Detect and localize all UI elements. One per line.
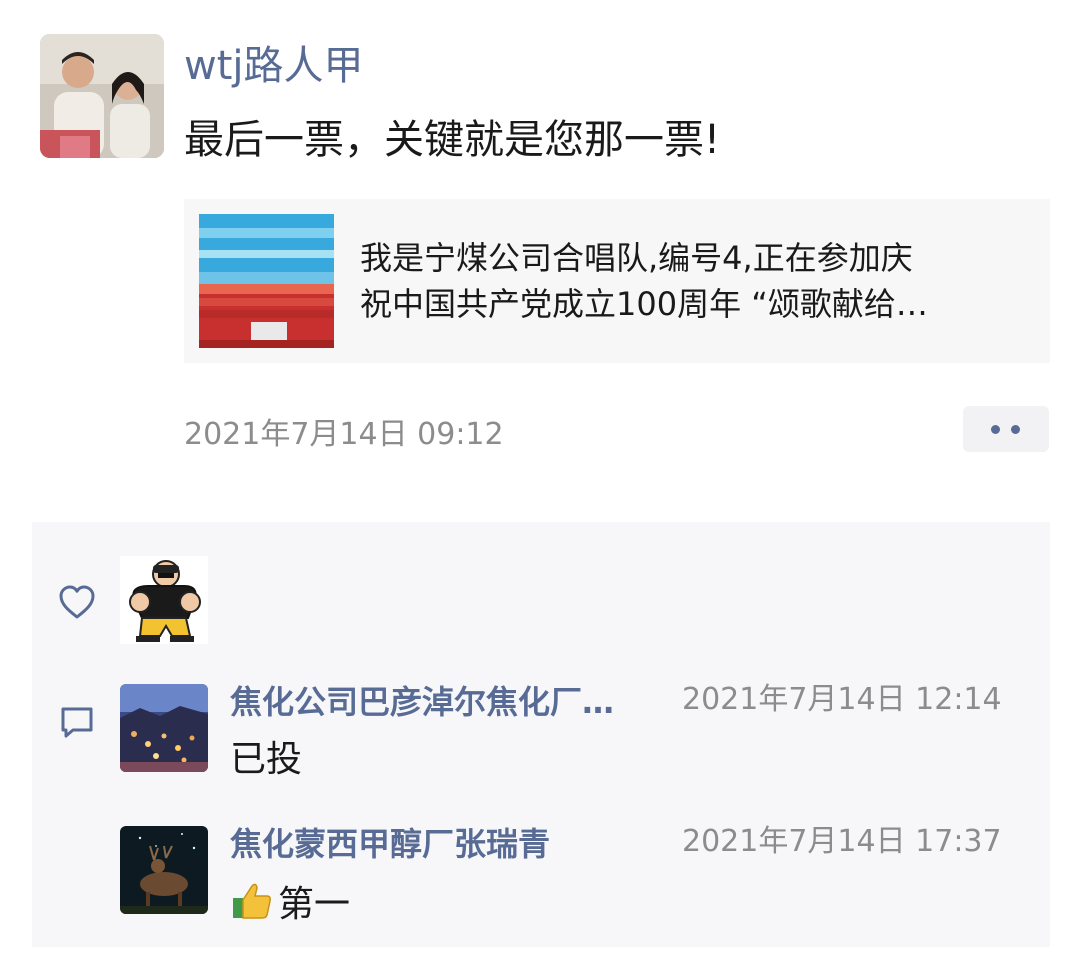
comment-text-row: 第一 <box>230 878 350 931</box>
link-title-line-1: 我是宁煤公司合唱队,编号4,正在参加庆 <box>360 239 913 277</box>
night-town-avatar <box>120 684 208 772</box>
heart-icon <box>59 585 95 619</box>
commenter-avatar[interactable] <box>120 826 208 914</box>
moments-post: wtj路人甲 最后一票，关键就是您那一票! 我是宁煤公司合唱队,编号4,正在参加… <box>0 0 1080 958</box>
post-timestamp: 2021年7月14日 09:12 <box>184 417 504 452</box>
deer-night-avatar <box>120 826 208 914</box>
comment-timestamp: 2021年7月14日 12:14 <box>682 682 1002 717</box>
author-avatar-photo <box>40 34 164 158</box>
link-title-line-2: 祝中国共产党成立100周年 “颂歌献给… <box>360 285 928 323</box>
commenter-name[interactable]: 焦化公司巴彦淖尔焦化厂… <box>230 680 660 724</box>
comment-timestamp: 2021年7月14日 17:37 <box>682 824 1002 859</box>
author-avatar[interactable] <box>40 34 164 158</box>
more-dot-icon <box>991 425 1000 434</box>
comment-icon <box>61 707 93 738</box>
shared-link-card[interactable]: 我是宁煤公司合唱队,编号4,正在参加庆 祝中国共产党成立100周年 “颂歌献给… <box>184 199 1050 363</box>
commenter-name[interactable]: 焦化蒙西甲醇厂张瑞青 <box>230 822 550 866</box>
author-name[interactable]: wtj路人甲 <box>184 38 364 94</box>
stage-choir-image <box>199 214 334 348</box>
post-text: 最后一票，关键就是您那一票! <box>184 117 721 163</box>
cartoon-character-avatar <box>120 556 208 644</box>
more-options-button[interactable] <box>963 406 1049 452</box>
liker-avatar[interactable] <box>120 556 208 644</box>
thumbs-up-emoji-icon <box>233 883 271 919</box>
commenter-avatar[interactable] <box>120 684 208 772</box>
more-dot-icon <box>1011 425 1020 434</box>
link-thumbnail <box>199 214 334 348</box>
link-title: 我是宁煤公司合唱队,编号4,正在参加庆 祝中国共产党成立100周年 “颂歌献给… <box>360 235 1030 327</box>
comment-text: 第一 <box>278 884 351 925</box>
comment-text: 已投 <box>230 739 303 780</box>
